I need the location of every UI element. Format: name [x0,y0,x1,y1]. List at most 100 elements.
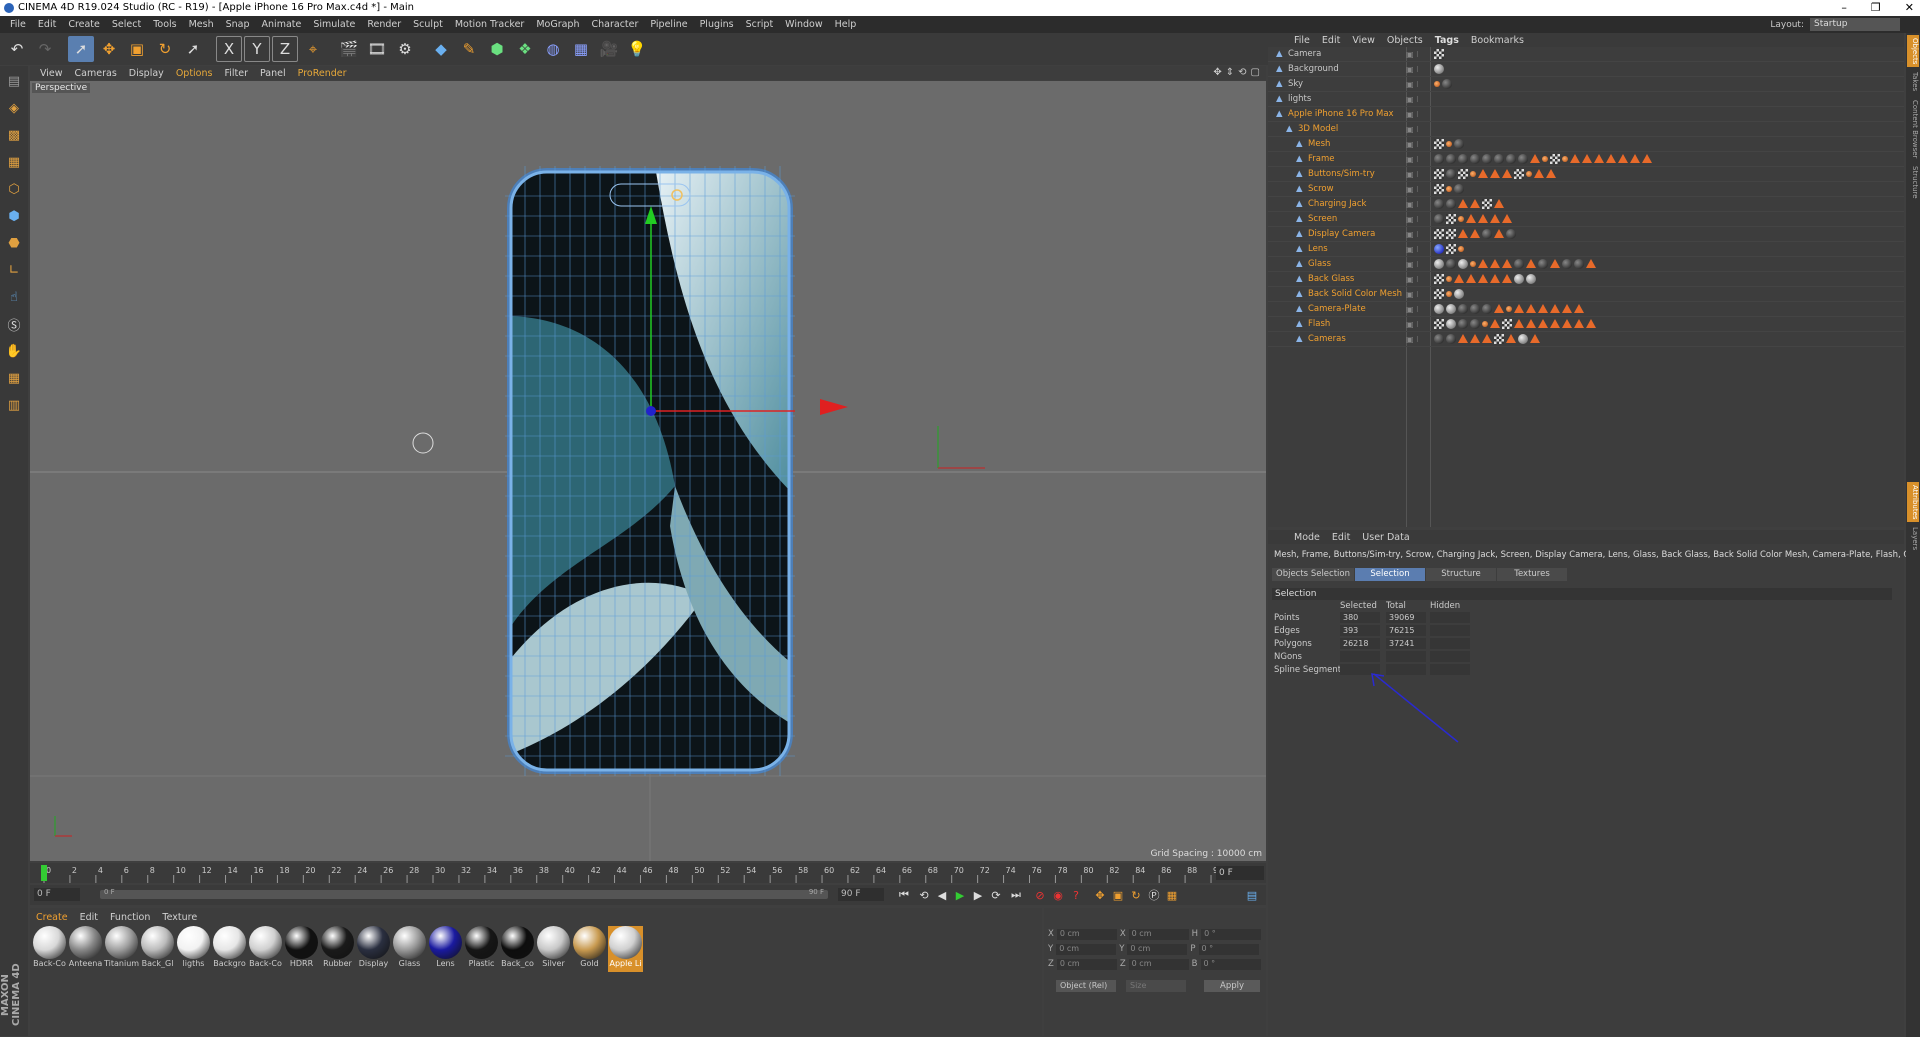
undo-icon[interactable]: ↶ [4,36,30,62]
object-name[interactable]: Scrow [1308,182,1334,197]
previous-frame-icon[interactable]: ◀ [934,887,950,903]
material-swatch[interactable]: Back-Co [32,926,67,972]
visibility-flags-icon[interactable]: ▣ ⁝ [1406,242,1419,257]
material-tag-icon[interactable] [1446,334,1456,344]
visibility-flags-icon[interactable]: ▣ ⁝ [1406,212,1419,227]
material-tag-icon[interactable] [1446,291,1452,297]
material-tag-icon[interactable] [1518,334,1528,344]
go-to-end-icon[interactable]: ⏭ [1008,887,1024,903]
material-tag-icon[interactable] [1494,154,1504,164]
material-tag-icon[interactable] [1494,229,1504,238]
menu-plugins[interactable]: Plugins [694,19,740,30]
material-swatch[interactable]: Plastic [464,926,499,972]
material-tag-icon[interactable] [1490,259,1500,268]
edges-mode-icon[interactable]: ⬢ [2,204,26,228]
material-tag-icon[interactable] [1490,214,1500,223]
material-tag-icon[interactable] [1526,274,1536,284]
pos-x-field[interactable]: 0 cm [1056,928,1117,940]
menu-file[interactable]: File [4,19,32,30]
tab-textures[interactable]: Textures [1497,568,1567,581]
material-menu-texture[interactable]: Texture [156,912,203,923]
previous-key-icon[interactable]: ⟲ [916,887,932,903]
workplane-icon[interactable]: ▦ [2,150,26,174]
tab-objects-selection[interactable]: Objects Selection [1272,568,1354,581]
attr-menu-mode[interactable]: Mode [1288,532,1326,543]
material-tag-icon[interactable] [1506,334,1516,343]
start-frame-field[interactable]: 0 F [34,888,80,901]
material-tag-icon[interactable] [1434,64,1444,74]
material-tag-icon[interactable] [1470,171,1476,177]
cube-primitive-icon[interactable]: ◆ [428,36,454,62]
tab-selection[interactable]: Selection [1355,568,1425,581]
material-tag-icon[interactable] [1642,154,1652,163]
object-row[interactable]: ▲ Glass ▣ ⁝ [1268,257,1904,272]
material-tag-icon[interactable] [1482,304,1492,314]
x-axis-lock-icon[interactable]: X [216,36,242,62]
material-tag-icon[interactable] [1434,184,1444,194]
material-tag-icon[interactable] [1446,259,1456,269]
material-tag-icon[interactable] [1478,274,1488,283]
material-tag-icon[interactable] [1502,259,1512,268]
material-tag-icon[interactable] [1478,214,1488,223]
material-tag-icon[interactable] [1482,154,1492,164]
material-tag-icon[interactable] [1514,274,1524,284]
camera-icon[interactable]: 🎥 [596,36,622,62]
object-row[interactable]: ▲ Back Glass ▣ ⁝ [1268,272,1904,287]
visibility-flags-icon[interactable]: ▣ ⁝ [1406,302,1419,317]
material-tag-icon[interactable] [1546,169,1556,178]
material-tag-icon[interactable] [1574,259,1584,269]
material-tag-icon[interactable] [1570,154,1580,163]
material-tag-icon[interactable] [1606,154,1616,163]
pan-icon[interactable]: ✥ [1213,67,1221,78]
perspective-viewport[interactable]: Perspective Grid Spacing: 10000 cm [30,81,1266,861]
material-tag-icon[interactable] [1502,169,1512,178]
material-tag-icon[interactable] [1526,304,1536,313]
material-tag-icon[interactable] [1550,304,1560,313]
material-tag-icon[interactable] [1442,79,1452,89]
material-swatch[interactable]: Display [356,926,391,972]
menu-select[interactable]: Select [106,19,147,30]
material-tag-icon[interactable] [1458,319,1468,329]
object-name[interactable]: Buttons/Sim-try [1308,167,1375,182]
deformer-icon[interactable]: ◍ [540,36,566,62]
maximize-button[interactable]: ❐ [1871,0,1881,16]
material-tag-icon[interactable] [1594,154,1604,163]
material-tag-icon[interactable] [1470,304,1480,314]
menu-render[interactable]: Render [361,19,407,30]
material-tag-icon[interactable] [1434,154,1444,164]
layout-dropdown[interactable]: Startup [1810,18,1900,31]
rotate-tool-icon[interactable]: ↻ [152,36,178,62]
material-tag-icon[interactable] [1562,304,1572,313]
material-tag-icon[interactable] [1494,199,1504,208]
menu-character[interactable]: Character [585,19,644,30]
material-tag-icon[interactable] [1446,319,1456,329]
texture-mode-icon[interactable]: ▩ [2,123,26,147]
dock-tab-layers[interactable]: Layers [1907,524,1919,553]
material-tag-icon[interactable] [1586,319,1596,328]
material-tag-icon[interactable] [1534,169,1544,178]
visibility-flags-icon[interactable]: ▣ ⁝ [1406,92,1419,107]
material-tag-icon[interactable] [1514,259,1524,269]
material-tag-icon[interactable] [1446,154,1456,164]
move-tool-icon[interactable]: ✥ [96,36,122,62]
material-tag-icon[interactable] [1506,306,1512,312]
floor-icon[interactable]: ▦ [568,36,594,62]
live-selection-icon[interactable]: ➚ [68,36,94,62]
material-tag-icon[interactable] [1434,304,1444,314]
material-tag-icon[interactable] [1470,229,1480,238]
visibility-flags-icon[interactable]: ▣ ⁝ [1406,47,1419,62]
material-tag-icon[interactable] [1538,259,1548,269]
material-tag-icon[interactable] [1482,321,1488,327]
material-swatch[interactable]: Titanium [104,926,139,972]
material-tag-icon[interactable] [1490,169,1500,178]
attr-menu-user-data[interactable]: User Data [1356,532,1415,543]
object-name[interactable]: 3D Model [1298,122,1338,137]
material-tag-icon[interactable] [1434,81,1440,87]
material-tag-icon[interactable] [1518,154,1528,164]
material-tag-icon[interactable] [1514,169,1524,179]
material-tag-icon[interactable] [1434,274,1444,284]
material-swatch[interactable]: Apple Li [608,926,643,972]
redo-icon[interactable]: ↷ [32,36,58,62]
end-frame-field[interactable]: 90 F [838,888,884,901]
material-tag-icon[interactable] [1446,169,1456,179]
